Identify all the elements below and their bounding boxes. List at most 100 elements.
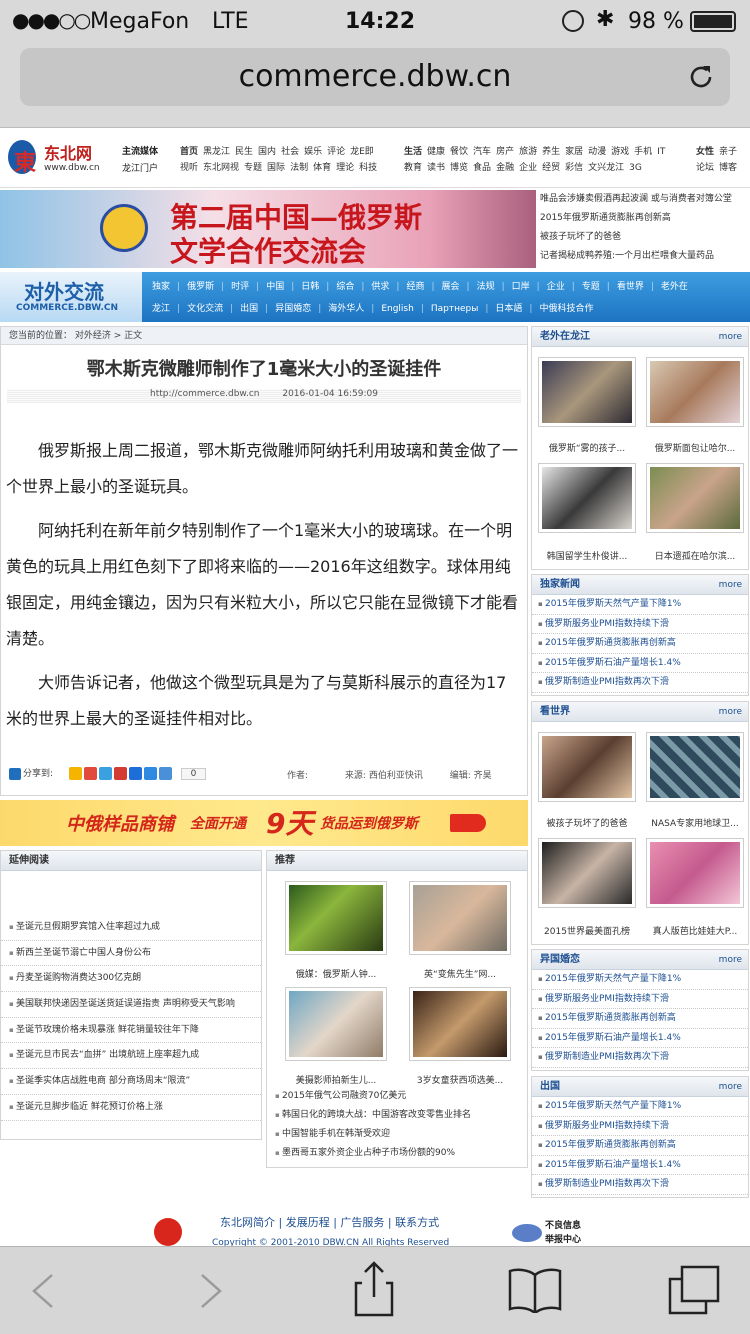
- yiguo-item[interactable]: 2015年俄罗斯石油产量增长1.4%: [532, 1029, 748, 1048]
- share-kaixin-icon[interactable]: [128, 767, 142, 780]
- bookmarks-icon[interactable]: [508, 1267, 562, 1313]
- recommend-thumb-2[interactable]: [409, 881, 511, 955]
- banner-side-link[interactable]: 记者揭秘成鸭养殖:一个月出栏喂食大量药品: [540, 247, 748, 266]
- laowai-caption-1[interactable]: 俄罗斯“雾的孩子...: [532, 441, 642, 454]
- recommend-thumb-1[interactable]: [285, 881, 387, 955]
- laowai-thumb-2[interactable]: [646, 357, 744, 427]
- yiguo-item[interactable]: 俄罗斯制造业PMI指数再次下滑: [532, 1048, 748, 1068]
- section-nav-link[interactable]: 独家: [152, 282, 170, 292]
- site-nav-link-5[interactable]: 娱乐: [304, 147, 322, 157]
- kan-caption-2[interactable]: NASA专家用地球卫...: [640, 816, 750, 829]
- site-nav-link-6[interactable]: 评论: [327, 147, 345, 157]
- site-nav-link-4[interactable]: 社会: [281, 147, 299, 157]
- extended-reading-item[interactable]: 新西兰圣诞节溺亡中国人身份公布: [1, 941, 261, 967]
- site-nav-link-5[interactable]: 体育: [313, 163, 331, 173]
- chuguo-item[interactable]: 2015年俄罗斯天然气产量下降1%: [532, 1097, 748, 1117]
- banner-side-link[interactable]: 唯品会涉嫌卖假酒再起波澜 或与消费者对簿公堂: [540, 190, 748, 209]
- section-nav-link[interactable]: 海外华人: [328, 304, 364, 314]
- dujia-more-link[interactable]: more: [719, 575, 742, 595]
- tabs-icon[interactable]: [668, 1265, 720, 1315]
- kan-caption-3[interactable]: 2015世界最美面孔榜: [532, 924, 642, 937]
- chuguo-more-link[interactable]: more: [719, 1077, 742, 1097]
- banner-side-link[interactable]: 被孩子玩坏了的爸爸: [540, 228, 748, 247]
- yiguo-item[interactable]: 2015年俄罗斯通货膨胀再创新高: [532, 1009, 748, 1029]
- laowai-more-link[interactable]: more: [719, 327, 742, 347]
- share-icon[interactable]: [354, 1261, 394, 1317]
- section-nav-link[interactable]: 日本語: [495, 304, 522, 314]
- section-nav-link[interactable]: 供求: [371, 282, 389, 292]
- site-nav-link-10[interactable]: 手机: [634, 147, 652, 157]
- site-nav-link-2[interactable]: 博览: [450, 163, 468, 173]
- site-nav-link-2[interactable]: 餐饮: [450, 147, 468, 157]
- dujia-item[interactable]: 2015年俄罗斯通货膨胀再创新高: [532, 634, 748, 654]
- laowai-caption-2[interactable]: 俄罗斯面包让哈尔...: [640, 441, 750, 454]
- laowai-thumb-4[interactable]: [646, 463, 744, 533]
- site-nav-link-7[interactable]: 科技: [359, 163, 377, 173]
- recommend-caption-4[interactable]: 3岁女童获西项选美...: [401, 1073, 519, 1086]
- recommend-item[interactable]: 墨西哥五家外资企业占种子市场份额的90%: [267, 1144, 527, 1163]
- section-nav-link[interactable]: English: [381, 304, 414, 314]
- site-nav-link-0[interactable]: 教育: [404, 163, 422, 173]
- site-nav-link-7[interactable]: 家居: [565, 147, 583, 157]
- extended-reading-item[interactable]: 圣诞元旦假期罗宾馆入住率超过九成: [1, 915, 261, 941]
- site-nav-link-0[interactable]: 首页: [180, 147, 198, 157]
- chuguo-item[interactable]: 2015年俄罗斯石油产量增长1.4%: [532, 1156, 748, 1175]
- section-nav-link[interactable]: 展会: [442, 282, 460, 292]
- yiguo-item[interactable]: 俄罗斯服务业PMI指数持续下滑: [532, 990, 748, 1009]
- section-nav-link[interactable]: 口岸: [512, 282, 530, 292]
- chuguo-item[interactable]: 俄罗斯制造业PMI指数再次下滑: [532, 1175, 748, 1195]
- site-nav-link-11[interactable]: IT: [657, 147, 665, 157]
- share-douban-icon[interactable]: [143, 767, 157, 780]
- kan-caption-1[interactable]: 被孩子玩坏了的爸爸: [532, 816, 642, 829]
- site-nav-link-3[interactable]: 国内: [258, 147, 276, 157]
- chuguo-item[interactable]: 俄罗斯服务业PMI指数持续下滑: [532, 1117, 748, 1136]
- share-plus-icon[interactable]: [9, 767, 21, 780]
- kan-thumb-3[interactable]: [538, 838, 636, 908]
- share-qzone-icon[interactable]: [68, 767, 82, 780]
- dujia-item[interactable]: 2015年俄罗斯石油产量增长1.4%: [532, 654, 748, 673]
- section-nav-link[interactable]: 异国婚恋: [275, 304, 311, 314]
- extended-reading-item[interactable]: 圣诞元旦脚步临近 鲜花预订价格上涨: [1, 1095, 261, 1121]
- section-nav-link[interactable]: Партнеры: [431, 304, 478, 314]
- laowai-caption-3[interactable]: 韩国留学生朴俊讲...: [532, 549, 642, 562]
- site-nav-link-2[interactable]: 民生: [235, 147, 253, 157]
- section-nav-link[interactable]: 俄罗斯: [187, 282, 214, 292]
- section-nav-link[interactable]: 综合: [336, 282, 354, 292]
- dujia-item[interactable]: 2015年俄罗斯天然气产量下降1%: [532, 595, 748, 615]
- recommend-item[interactable]: 2015年俄气公司融资70亿美元: [267, 1087, 527, 1106]
- share-more-icon[interactable]: [158, 767, 172, 780]
- url-field[interactable]: commerce.dbw.cn: [20, 48, 730, 106]
- site-nav-link-4[interactable]: 法制: [290, 163, 308, 173]
- site-nav-link-7[interactable]: 龙E即: [350, 147, 374, 157]
- extended-reading-item[interactable]: 圣诞节玫瑰价格未现暴涨 鲜花销量较往年下降: [1, 1018, 261, 1044]
- site-nav-link-6[interactable]: 理论: [336, 163, 354, 173]
- site-nav-link-0[interactable]: 视听: [180, 163, 198, 173]
- site-nav-link-1[interactable]: 东北网视: [203, 163, 239, 173]
- site-nav-link-1[interactable]: 博客: [719, 163, 737, 173]
- section-nav-link[interactable]: 企业: [547, 282, 565, 292]
- site-nav-link-1[interactable]: 亲子: [719, 147, 737, 157]
- footer-link[interactable]: 联系方式: [395, 1216, 439, 1229]
- section-nav-link[interactable]: 经商: [406, 282, 424, 292]
- site-nav-link-9[interactable]: 3G: [629, 163, 642, 173]
- ad-banner[interactable]: 中俄样品商铺 全面开通 9天 货品运到俄罗斯: [0, 800, 528, 846]
- banner-image[interactable]: 第二届中国—俄罗斯 文学合作交流会: [0, 190, 536, 268]
- back-icon[interactable]: [30, 1273, 56, 1309]
- site-nav-link-7[interactable]: 彩信: [565, 163, 583, 173]
- section-nav-link[interactable]: 文化交流: [187, 304, 223, 314]
- chuguo-item[interactable]: 2015年俄罗斯通货膨胀再创新高: [532, 1136, 748, 1156]
- share-tqq-icon[interactable]: [98, 767, 112, 780]
- recommend-caption-2[interactable]: 英“变焦先生”网...: [401, 967, 519, 980]
- site-nav-link-5[interactable]: 企业: [519, 163, 537, 173]
- site-nav-link-1[interactable]: 黑龙江: [203, 147, 230, 157]
- site-nav-link-9[interactable]: 游戏: [611, 147, 629, 157]
- site-nav-link-4[interactable]: 金融: [496, 163, 514, 173]
- footer-link[interactable]: 东北网简介: [220, 1216, 275, 1229]
- extended-reading-item[interactable]: 圣诞季实体店战胜电商 部分商场周末“限流”: [1, 1069, 261, 1095]
- site-nav-link-3[interactable]: 汽车: [473, 147, 491, 157]
- kan-thumb-2[interactable]: [646, 732, 744, 802]
- site-nav-link-2[interactable]: 专题: [244, 163, 262, 173]
- article-source-url[interactable]: http://commerce.dbw.cn: [150, 389, 259, 399]
- section-nav-link[interactable]: 出国: [240, 304, 258, 314]
- site-nav-link-0[interactable]: 女性: [696, 147, 714, 157]
